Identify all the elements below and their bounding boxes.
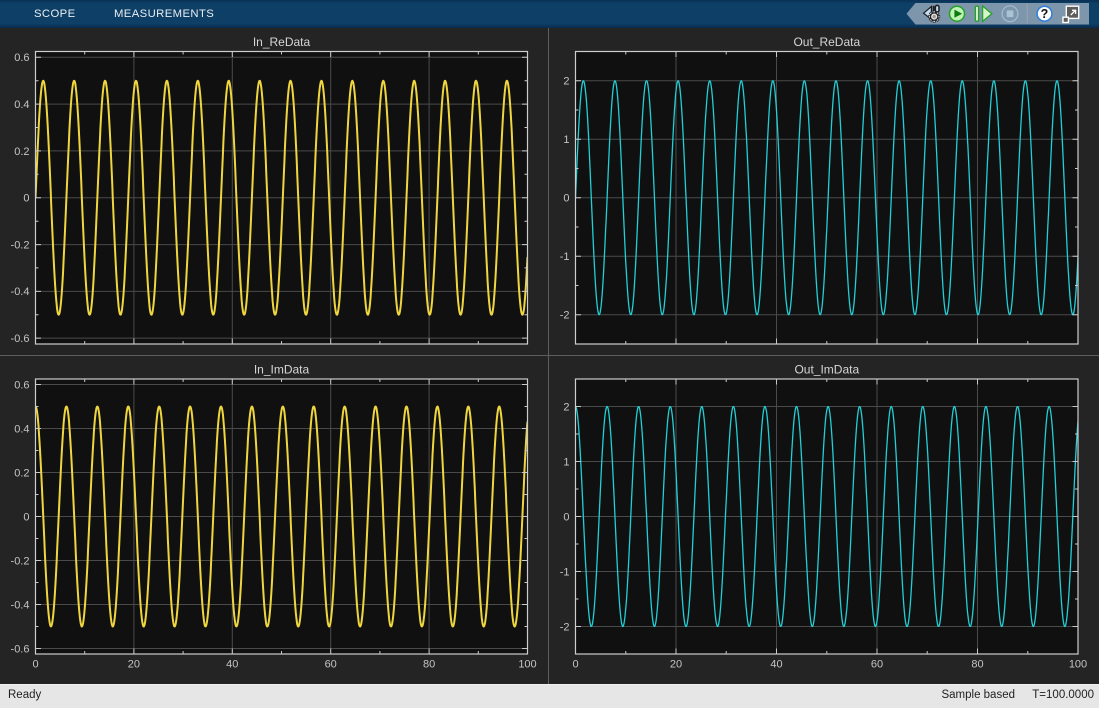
svg-text:0: 0 [32,659,38,671]
svg-text:-0.6: -0.6 [11,333,30,345]
svg-text:1: 1 [563,134,569,146]
svg-text:0.6: 0.6 [14,52,29,64]
svg-text:-0.6: -0.6 [11,643,30,655]
svg-text:-0.4: -0.4 [11,599,30,611]
svg-text:In_ImData: In_ImData [254,363,310,377]
svg-text:0: 0 [572,659,578,671]
svg-text:60: 60 [871,659,883,671]
svg-text:40: 40 [770,659,782,671]
svg-text:2: 2 [563,76,569,88]
svg-text:40: 40 [226,659,238,671]
svg-text:0: 0 [563,193,569,205]
svg-text:-1: -1 [560,566,570,578]
svg-text:100: 100 [518,659,536,671]
svg-text:-0.4: -0.4 [11,286,30,298]
svg-text:?: ? [1041,7,1049,21]
svg-text:0.2: 0.2 [14,467,29,479]
svg-text:0.4: 0.4 [14,423,29,435]
svg-text:80: 80 [423,659,435,671]
svg-text:60: 60 [325,659,337,671]
svg-text:-2: -2 [560,621,570,633]
svg-text:In_ReData: In_ReData [253,35,311,49]
svg-text:80: 80 [971,659,983,671]
svg-text:Out_ImData: Out_ImData [794,363,859,377]
svg-text:0: 0 [563,511,569,523]
svg-text:100: 100 [1069,659,1087,671]
svg-text:0.4: 0.4 [14,99,29,111]
svg-text:0.6: 0.6 [14,379,29,391]
svg-text:-0.2: -0.2 [11,239,30,251]
svg-text:-1: -1 [560,251,570,263]
svg-text:-0.2: -0.2 [11,555,30,567]
svg-text:2: 2 [563,401,569,413]
svg-text:-2: -2 [560,310,570,322]
svg-text:Out_ReData: Out_ReData [793,35,860,49]
svg-text:20: 20 [128,659,140,671]
svg-text:20: 20 [670,659,682,671]
svg-text:0: 0 [23,511,29,523]
svg-text:0: 0 [23,193,29,205]
svg-text:1: 1 [563,456,569,468]
svg-text:0.2: 0.2 [14,146,29,158]
